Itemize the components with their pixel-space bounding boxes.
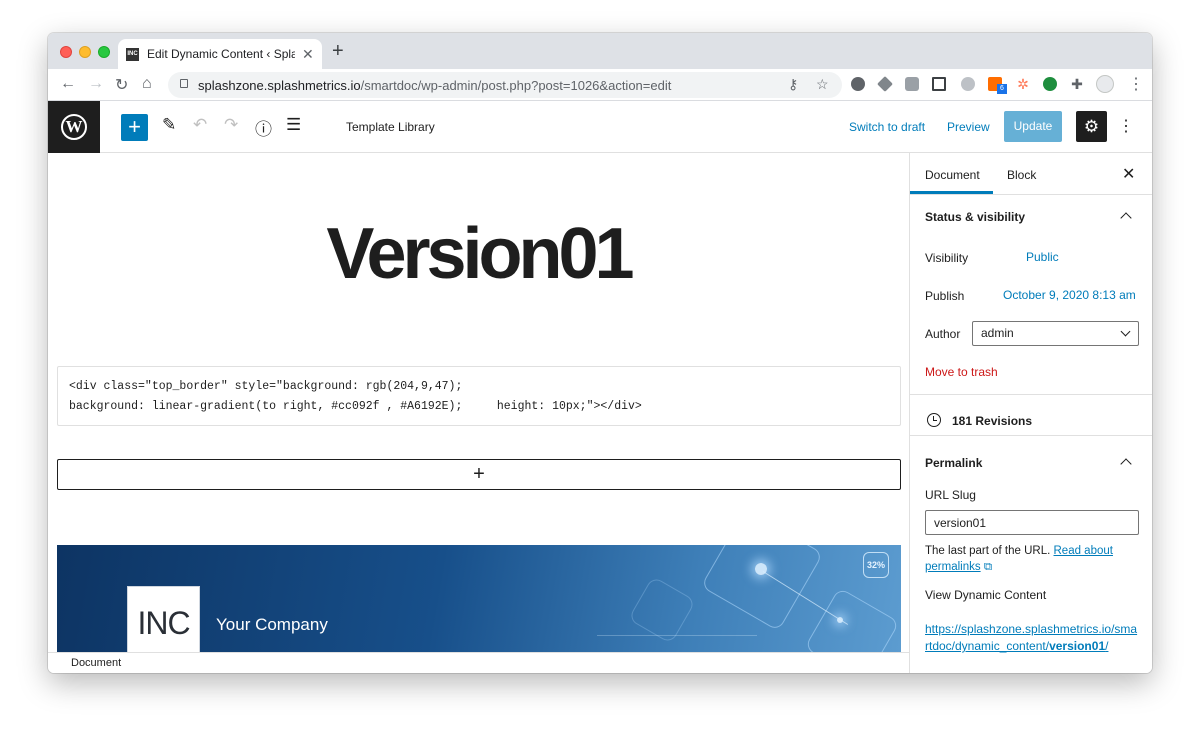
forward-icon[interactable]: → bbox=[88, 75, 104, 93]
browser-menu-icon[interactable]: ⋮ bbox=[1128, 74, 1144, 94]
author-selected-value: admin bbox=[981, 326, 1014, 340]
sidebar-tabs: Document Block ✕ bbox=[910, 153, 1152, 195]
preview-button[interactable]: Preview bbox=[947, 120, 990, 134]
status-visibility-panel-toggle[interactable]: Status & visibility bbox=[925, 210, 1025, 224]
profile-avatar[interactable] bbox=[1096, 75, 1114, 93]
permalink-panel-toggle[interactable]: Permalink bbox=[925, 456, 982, 470]
more-options-icon[interactable]: ⋮ bbox=[1118, 116, 1134, 136]
tab-document[interactable]: Document bbox=[925, 168, 980, 182]
block-appender-button[interactable]: + bbox=[57, 459, 901, 490]
reload-icon[interactable]: ↻ bbox=[115, 75, 128, 95]
chevron-up-icon[interactable] bbox=[1120, 458, 1132, 470]
settings-sidebar: Document Block ✕ Status & visibility Vis… bbox=[909, 153, 1152, 673]
external-link-icon: ⧉ bbox=[983, 561, 993, 573]
minimize-window-button[interactable] bbox=[79, 46, 91, 58]
tab-title: Edit Dynamic Content ‹ Splash bbox=[147, 47, 295, 61]
revisions-clock-hand bbox=[933, 416, 937, 421]
undo-icon[interactable]: ↶ bbox=[193, 115, 207, 135]
url-slug-input[interactable] bbox=[925, 510, 1139, 535]
tab-close-icon[interactable]: ✕ bbox=[302, 46, 314, 63]
block-breadcrumb-bar: Document bbox=[48, 652, 909, 673]
browser-toolbar: ← → ↻ ⌂ splashzone.splashmetrics.io/smar… bbox=[48, 69, 1152, 101]
home-icon[interactable]: ⌂ bbox=[142, 75, 152, 93]
drive-extension-icon[interactable] bbox=[877, 76, 893, 92]
browser-window: INC Edit Dynamic Content ‹ Splash ✕ + ← … bbox=[48, 33, 1152, 673]
list-view-icon[interactable]: ☰ bbox=[286, 115, 301, 135]
editor-canvas: Version01 <div class="top_border" style=… bbox=[48, 153, 909, 652]
html-code-line: background: linear-gradient(to right, #c… bbox=[69, 400, 642, 413]
url-slug-label: URL Slug bbox=[925, 488, 976, 502]
decorative-hexagon bbox=[627, 575, 697, 645]
wordpress-logo-button[interactable]: W bbox=[48, 101, 100, 153]
post-title-heading[interactable]: Version01 bbox=[48, 213, 909, 295]
chat-extension-icon[interactable] bbox=[905, 77, 919, 91]
move-to-trash-button[interactable]: Move to trash bbox=[925, 365, 998, 379]
author-label: Author bbox=[925, 327, 961, 341]
visibility-label: Visibility bbox=[925, 251, 969, 265]
new-tab-icon[interactable]: + bbox=[332, 40, 344, 63]
info-icon[interactable]: ⓘ bbox=[255, 115, 272, 140]
tab-favicon-icon: INC bbox=[126, 48, 139, 61]
company-logo: INC bbox=[127, 586, 200, 652]
percent-badge: 32% bbox=[863, 552, 889, 578]
address-bar[interactable]: splashzone.splashmetrics.io/smartdoc/wp-… bbox=[168, 72, 842, 98]
edit-pencil-icon[interactable]: ✎ bbox=[162, 115, 176, 135]
breadcrumb-document[interactable]: Document bbox=[71, 657, 121, 669]
redo-icon[interactable]: ↷ bbox=[224, 115, 238, 135]
panel-divider bbox=[910, 435, 1152, 436]
extension-badge: 6 bbox=[997, 84, 1007, 94]
green-extension-icon[interactable] bbox=[1043, 77, 1057, 91]
html-code-line: <div class="top_border" style="backgroun… bbox=[69, 380, 463, 393]
dynamic-content-url-link[interactable]: https://splashzone.splashmetrics.io/smar… bbox=[925, 621, 1139, 655]
chevron-up-icon[interactable] bbox=[1120, 212, 1132, 224]
hubspot-extension-icon[interactable]: ✲ bbox=[1016, 77, 1030, 91]
revisions-link[interactable]: 181 Revisions bbox=[952, 414, 1032, 428]
chevron-down-icon bbox=[1120, 326, 1131, 337]
panel-divider bbox=[910, 394, 1152, 395]
permalink-help-text: The last part of the URL. Read about per… bbox=[925, 545, 1113, 573]
decorative-hexagon bbox=[700, 545, 824, 632]
extension-circle-icon[interactable] bbox=[851, 77, 865, 91]
key-icon[interactable]: ⚷ bbox=[788, 76, 798, 93]
update-button[interactable]: Update bbox=[1004, 111, 1062, 142]
puzzle-extensions-icon[interactable]: ✚ bbox=[1070, 77, 1084, 91]
settings-gear-icon[interactable]: ⚙ bbox=[1076, 111, 1107, 142]
company-logo-text: INC bbox=[137, 605, 190, 641]
view-dynamic-content-label: View Dynamic Content bbox=[925, 588, 1047, 602]
editor-header: W + ✎ ↶ ↷ ⓘ ☰ Template Library Switch to… bbox=[48, 101, 1152, 153]
tab-strip: INC Edit Dynamic Content ‹ Splash ✕ + bbox=[48, 33, 1152, 69]
switch-to-draft-button[interactable]: Switch to draft bbox=[849, 120, 925, 134]
ublock-extension-icon[interactable] bbox=[961, 77, 975, 91]
browser-tab[interactable]: INC Edit Dynamic Content ‹ Splash ✕ bbox=[118, 39, 322, 69]
screenshot-extension-icon[interactable] bbox=[932, 77, 946, 91]
author-select[interactable]: admin bbox=[972, 321, 1139, 346]
close-sidebar-icon[interactable]: ✕ bbox=[1122, 164, 1135, 184]
url-text: splashzone.splashmetrics.io/smartdoc/wp-… bbox=[198, 78, 672, 93]
company-name: Your Company bbox=[216, 615, 328, 634]
decorative-hexagon bbox=[804, 587, 900, 652]
template-library-button[interactable]: Template Library bbox=[346, 120, 435, 134]
custom-html-block[interactable]: <div class="top_border" style="backgroun… bbox=[57, 366, 901, 426]
active-tab-indicator bbox=[910, 191, 993, 194]
wordpress-logo-icon: W bbox=[61, 114, 87, 140]
back-icon[interactable]: ← bbox=[60, 75, 76, 93]
bookmark-star-icon[interactable]: ☆ bbox=[816, 76, 829, 93]
close-window-button[interactable] bbox=[60, 46, 72, 58]
publish-label: Publish bbox=[925, 289, 965, 303]
decorative-line bbox=[597, 635, 757, 636]
maximize-window-button[interactable] bbox=[98, 46, 110, 58]
publish-date-toggle[interactable]: October 9, 2020 8:13 am bbox=[1003, 288, 1136, 302]
tab-block[interactable]: Block bbox=[1007, 168, 1036, 182]
lock-icon bbox=[180, 79, 188, 88]
visibility-toggle[interactable]: Public bbox=[1026, 250, 1059, 264]
banner-image-block[interactable]: 32% INC Your Company bbox=[57, 545, 901, 652]
add-block-button[interactable]: + bbox=[121, 114, 148, 141]
